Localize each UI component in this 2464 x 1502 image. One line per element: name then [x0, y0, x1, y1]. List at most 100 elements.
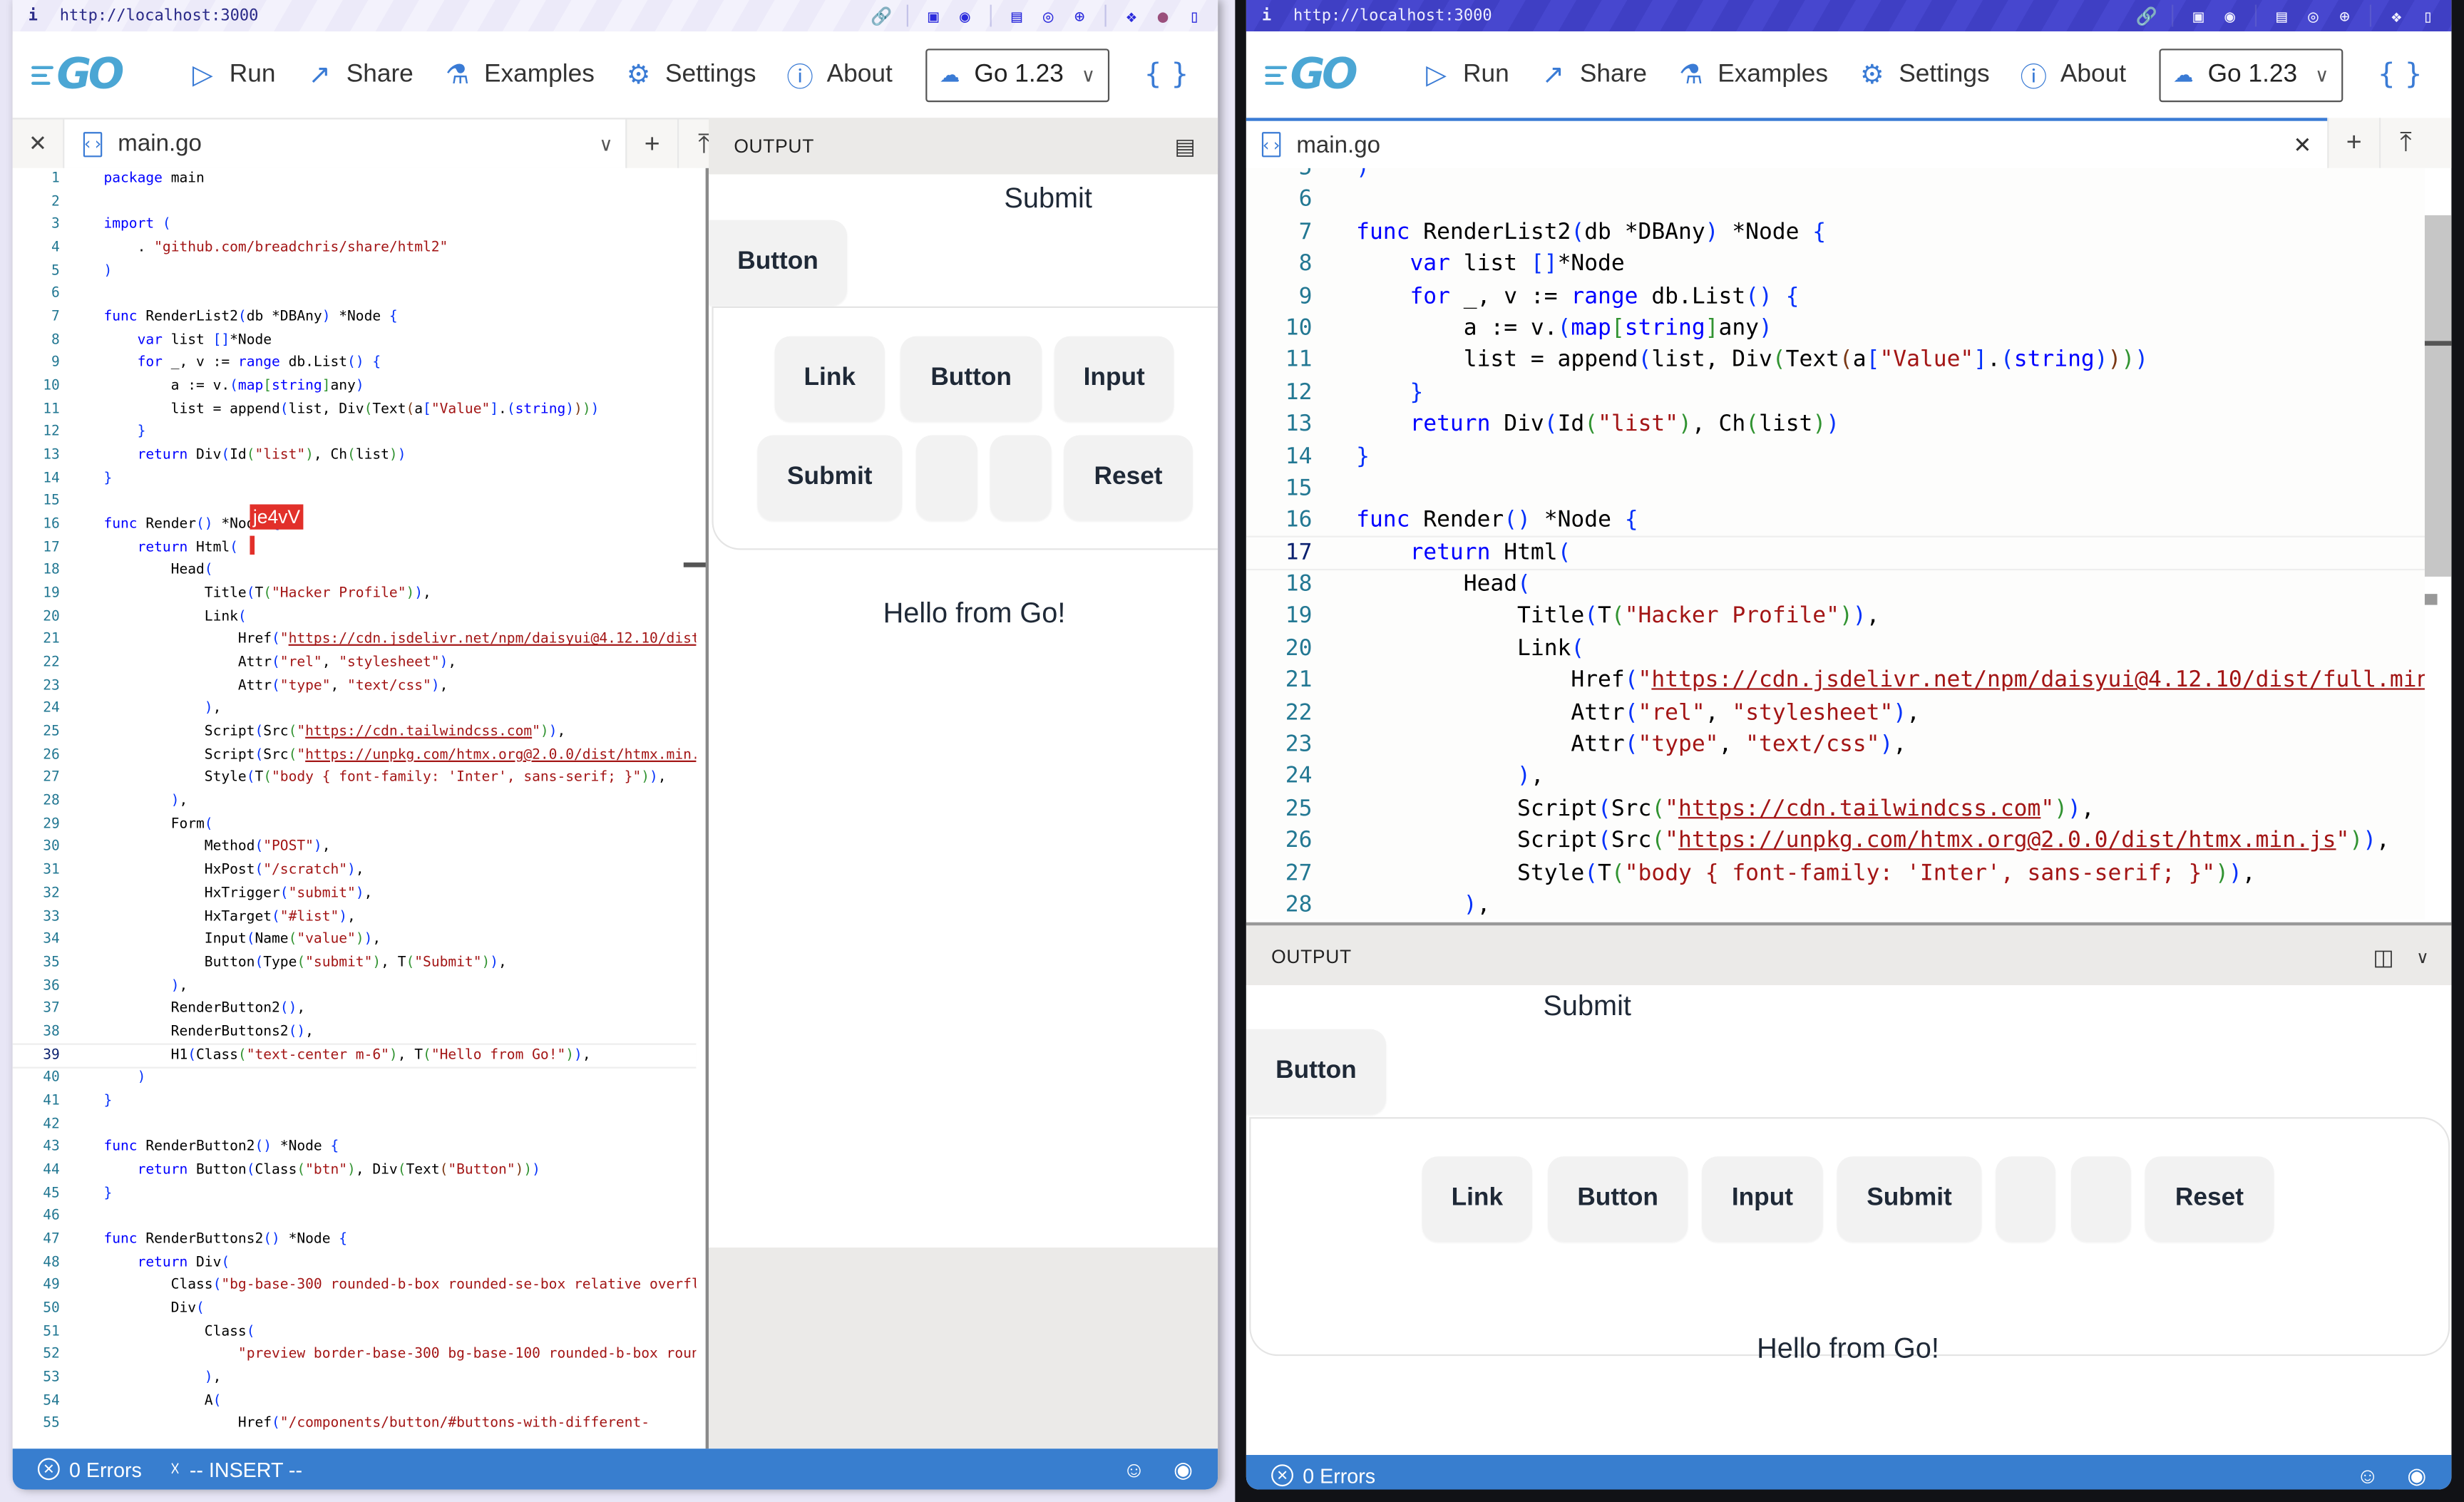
code-text[interactable]: Attr("type", "text/css"), [103, 675, 448, 698]
code-line[interactable]: 40 ) [13, 1067, 697, 1090]
format-button[interactable]: { } [2378, 58, 2423, 91]
run-button[interactable]: ▷ Run [188, 59, 276, 91]
code-text[interactable]: package main [103, 168, 204, 191]
code-text[interactable]: func RenderList2(db *DBAny) *Node { [1356, 217, 1826, 249]
code-line[interactable]: 17 return Html( [13, 537, 697, 560]
code-line[interactable]: 22 Attr("rel", "stylesheet"), [13, 652, 697, 675]
terminal-icon[interactable]: ▤ [1002, 5, 1031, 27]
preview-button-reset[interactable]: Reset [2145, 1156, 2274, 1242]
code-text[interactable]: } [1356, 376, 1423, 408]
code-text[interactable]: Style(T("body { font-family: 'Inter', sa… [1356, 858, 2256, 890]
code-text[interactable]: var list []*Node [103, 329, 272, 352]
code-text[interactable]: for _, v := range db.List() { [1356, 281, 1799, 313]
code-text[interactable]: Style(T("body { font-family: 'Inter', sa… [103, 768, 667, 791]
code-text[interactable]: } [103, 1183, 112, 1205]
code-text[interactable]: func RenderButton2() *Node { [103, 1136, 339, 1159]
preview-button-submit[interactable]: Submit [757, 435, 903, 520]
code-line[interactable]: 5) [1246, 168, 2425, 185]
code-line[interactable]: 13 return Div(Id("list"), Ch(list)) [13, 445, 697, 468]
code-text[interactable]: HxTarget("#list"), [103, 906, 356, 929]
code-line[interactable]: 24 ), [13, 699, 697, 721]
code-line[interactable]: 50 Div( [13, 1297, 697, 1320]
preview-button[interactable]: Button [709, 220, 848, 305]
image-icon[interactable]: ▣ [919, 5, 948, 27]
about-button[interactable]: ⓘ About [2020, 55, 2126, 94]
upload-button[interactable]: ⤒ [2379, 118, 2431, 168]
code-line[interactable]: 8 var list []*Node [1246, 249, 2425, 281]
code-line[interactable]: 12 } [13, 422, 697, 445]
code-line[interactable]: 7 func RenderList2(db *DBAny) *Node { [13, 307, 697, 329]
code-text[interactable]: Script(Src("https://unpkg.com/htmx.org@2… [103, 744, 697, 767]
code-line[interactable]: 9 for _, v := range db.List() { [13, 353, 697, 376]
sidebar-icon[interactable]: ▯ [2413, 5, 2442, 27]
preview-button-input[interactable]: Input [1702, 1156, 1823, 1242]
code-text[interactable]: Link( [1356, 633, 1584, 665]
code-line[interactable]: 51 Class( [13, 1321, 697, 1344]
feedback-icon[interactable]: ☺ [1123, 1456, 1146, 1482]
code-line[interactable]: 15 [13, 491, 697, 514]
code-text[interactable]: "preview border-base-300 bg-base-100 rou… [103, 1344, 696, 1367]
code-text[interactable]: Form( [103, 813, 213, 836]
code-text[interactable]: Href("/components/button/#buttons-with-d… [103, 1413, 650, 1436]
code-line[interactable]: 26 Script(Src("https://unpkg.com/htmx.or… [1246, 825, 2425, 858]
code-line[interactable]: 11 list = append(list, Div(Text(a["Value… [1246, 344, 2425, 376]
code-text[interactable]: Head( [1356, 569, 1531, 601]
code-text[interactable]: H1(Class("text-center m-6"), T("Hello fr… [103, 1044, 591, 1067]
code-line[interactable]: 11 list = append(list, Div(Text(a["Value… [13, 398, 697, 421]
close-icon[interactable]: ✕ [13, 119, 65, 168]
code-line[interactable]: 2 [13, 191, 697, 214]
code-text[interactable]: ), [103, 1367, 222, 1389]
code-text[interactable]: } [1356, 441, 1370, 473]
code-line[interactable]: 8 var list []*Node [13, 329, 697, 352]
about-button[interactable]: ⓘ About [786, 55, 892, 94]
code-line[interactable]: 28 ), [1246, 889, 2425, 919]
code-line[interactable]: 34 Input(Name("value")), [13, 929, 697, 952]
code-line[interactable]: 20 Link( [13, 606, 697, 629]
code-line[interactable]: 16func Render() *Node { [13, 514, 697, 537]
url-text[interactable]: http://localhost:3000 [1293, 7, 1492, 24]
code-line[interactable]: 37 RenderButton2(), [13, 998, 697, 1021]
preview-button-reset[interactable]: Reset [1064, 435, 1193, 520]
info-icon[interactable]: i [1262, 7, 1278, 24]
code-line[interactable]: 26 Script(Src("https://unpkg.com/htmx.or… [13, 744, 697, 767]
code-line[interactable]: 46 [13, 1205, 697, 1228]
code-line[interactable]: 1 package main [13, 168, 697, 191]
code-text[interactable]: Href("https://cdn.jsdelivr.net/npm/daisy… [103, 629, 697, 652]
code-text[interactable]: Class("bg-base-300 rounded-b-box rounded… [103, 1275, 697, 1297]
code-text[interactable]: func Render() *Node { [1356, 505, 1638, 537]
format-button[interactable]: { } [1144, 58, 1189, 91]
errors-indicator[interactable]: ✕ 0 Errors [1271, 1464, 1375, 1487]
code-line[interactable]: 16func Render() *Node { [1246, 505, 2425, 537]
code-text[interactable]: RenderButtons2(), [103, 1021, 314, 1044]
code-text[interactable]: Link( [103, 606, 247, 629]
code-line[interactable]: 21 Href("https://cdn.jsdelivr.net/npm/da… [1246, 665, 2425, 697]
code-text[interactable]: return Html( [103, 537, 238, 560]
vim-mode-indicator[interactable]: ☓ -- INSERT -- [170, 1457, 302, 1481]
settings-button[interactable]: ⚙ Settings [625, 59, 756, 91]
code-editor[interactable]: 5) 6 7 func RenderList2(db *DBAny) *Node {8… [1246, 168, 2425, 920]
preview-button-link[interactable]: Link [1422, 1156, 1532, 1242]
globe-icon[interactable]: ◎ [1034, 5, 1062, 27]
code-line[interactable]: 29 Form( [13, 813, 697, 836]
code-text[interactable]: Method("POST"), [103, 837, 331, 860]
examples-button[interactable]: ⚗ Examples [1677, 59, 1828, 91]
code-text[interactable]: a := v.(map[string]any) [103, 376, 364, 398]
code-text[interactable]: return Button(Class("btn"), Div(Text("Bu… [103, 1159, 540, 1182]
code-text[interactable]: . "github.com/breadchris/share/html2" [103, 237, 448, 260]
github-icon[interactable]: ◉ [2407, 1462, 2426, 1488]
code-line[interactable]: 19 Title(T("Hacker Profile")), [1246, 601, 2425, 633]
new-file-button[interactable]: + [2327, 118, 2379, 168]
code-line[interactable]: 9 for _, v := range db.List() { [1246, 281, 2425, 313]
code-text[interactable]: Div( [103, 1297, 205, 1320]
code-line[interactable]: 25 Script(Src("https://cdn.tailwindcss.c… [13, 721, 697, 744]
chevron-down-icon[interactable]: ∨ [599, 133, 612, 155]
code-text[interactable]: Attr("rel", "stylesheet"), [103, 652, 456, 675]
code-line[interactable]: 44 return Button(Class("btn"), Div(Text(… [13, 1159, 697, 1182]
code-text[interactable]: func RenderList2(db *DBAny) *Node { [103, 307, 397, 329]
go-version-select[interactable]: ☁ Go 1.23 ∨ [2159, 48, 2344, 102]
code-line[interactable]: 39 H1(Class("text-center m-6"), T("Hello… [12, 1042, 697, 1069]
code-line[interactable]: 3 import ( [13, 215, 697, 237]
chevron-down-icon[interactable]: ∨ [2416, 947, 2429, 967]
code-line[interactable]: 30 Method("POST"), [13, 837, 697, 860]
terminal-icon[interactable]: ▤ [2268, 5, 2296, 27]
